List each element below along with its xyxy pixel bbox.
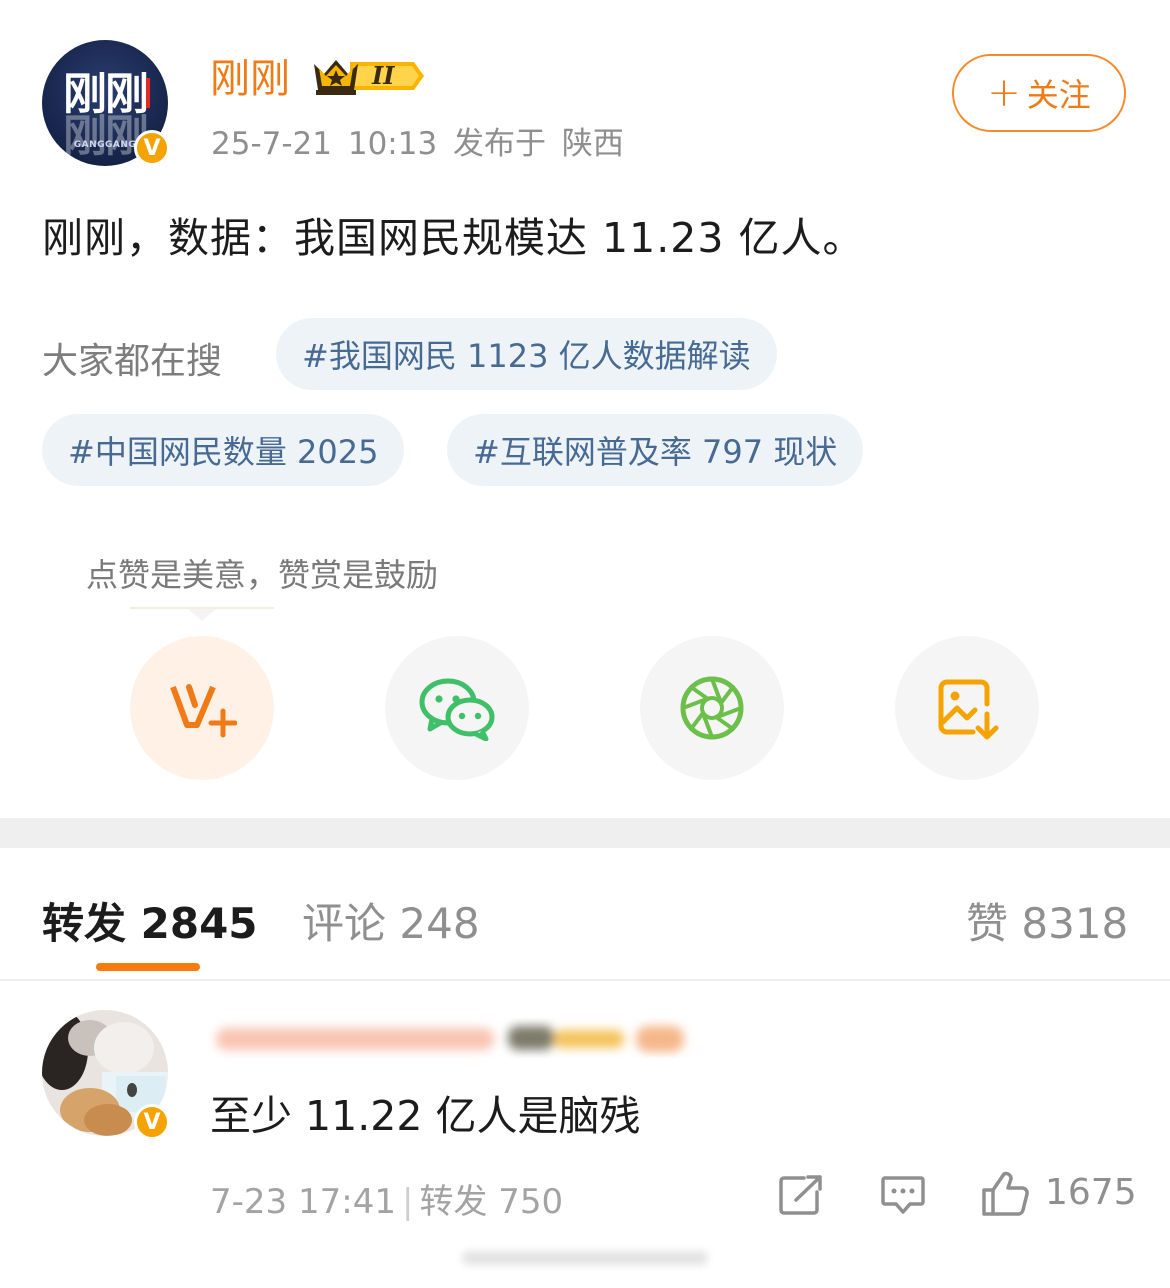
verified-badge-icon: V bbox=[134, 130, 170, 166]
tab-reposts[interactable]: 转发 2845 bbox=[42, 890, 258, 951]
moments-icon bbox=[680, 676, 744, 740]
share-out-button[interactable] bbox=[778, 1174, 824, 1220]
comment-repost-label: 转发 bbox=[419, 1182, 488, 1222]
meta-separator: | bbox=[401, 1182, 414, 1222]
share-moments-button[interactable] bbox=[640, 636, 784, 780]
post-time: 25-7-21 10:13 bbox=[211, 126, 438, 162]
tab-reposts-label: 转发 bbox=[42, 899, 127, 948]
wechat-icon bbox=[419, 678, 495, 741]
comment-time: 7-23 17:41 bbox=[210, 1182, 396, 1222]
vip-reward-icon bbox=[170, 684, 237, 738]
follow-label: 关注 bbox=[1026, 76, 1091, 114]
post-meta: 25-7-21 10:13 发布于 陕西 bbox=[211, 118, 624, 163]
tab-bar-border bbox=[0, 979, 1170, 981]
trending-search-chip[interactable]: #互联网普及率 797 现状 bbox=[447, 414, 864, 486]
comment-button[interactable] bbox=[880, 1174, 926, 1220]
tab-likes[interactable]: 赞 8318 bbox=[966, 890, 1128, 951]
author-name[interactable]: 刚刚 bbox=[210, 46, 290, 104]
commenter-name-blurred[interactable] bbox=[208, 1018, 698, 1058]
trending-search-chip[interactable]: #我国网民 1123 亿人数据解读 bbox=[276, 318, 777, 390]
tab-comments[interactable]: 评论 248 bbox=[302, 890, 480, 951]
comment-icon bbox=[881, 1176, 925, 1214]
tip-pointer bbox=[188, 609, 216, 621]
thumbs-up-icon bbox=[982, 1171, 1029, 1216]
tab-likes-label: 赞 bbox=[966, 899, 1009, 948]
trending-search-label: 大家都在搜 bbox=[42, 341, 223, 382]
level-crown-badge-icon[interactable]: II bbox=[310, 54, 428, 98]
active-tab-indicator bbox=[96, 963, 200, 971]
level-badge-text: II bbox=[372, 61, 395, 90]
comment-repost-count: 750 bbox=[498, 1182, 564, 1222]
tab-reposts-count: 2845 bbox=[140, 899, 258, 948]
like-button[interactable] bbox=[980, 1170, 1030, 1222]
trending-search-chip[interactable]: #中国网民数量 2025 bbox=[42, 414, 405, 486]
tab-likes-count: 8318 bbox=[1021, 899, 1129, 948]
tab-comments-count: 248 bbox=[399, 899, 480, 948]
post-content: 刚刚，数据：我国网民规模达 11.23 亿人。 bbox=[42, 214, 865, 262]
save-image-button[interactable] bbox=[895, 636, 1039, 780]
follow-button[interactable]: + 关注 bbox=[952, 54, 1126, 132]
comment-text: 至少 11.22 亿人是脑残 bbox=[210, 1092, 641, 1140]
tab-comments-label: 评论 bbox=[302, 899, 387, 948]
post-location: 发布于 陕西 bbox=[453, 126, 624, 162]
share-out-icon bbox=[779, 1175, 822, 1215]
home-indicator bbox=[452, 1243, 718, 1273]
reward-tip: 点赞是美意，赞赏是鼓励 bbox=[86, 556, 439, 594]
plus-icon: + bbox=[987, 70, 1021, 116]
section-divider bbox=[0, 818, 1170, 848]
commenter-verified-icon: V bbox=[134, 1104, 170, 1140]
comment-like-count: 1675 bbox=[1045, 1172, 1137, 1213]
share-wechat-button[interactable] bbox=[385, 636, 529, 780]
vip-reward-button[interactable] bbox=[130, 636, 274, 780]
avatar-logo-accent bbox=[146, 78, 150, 108]
comment-meta: 7-23 17:41 | 转发 750 bbox=[210, 1174, 563, 1223]
save-image-icon bbox=[938, 679, 999, 740]
